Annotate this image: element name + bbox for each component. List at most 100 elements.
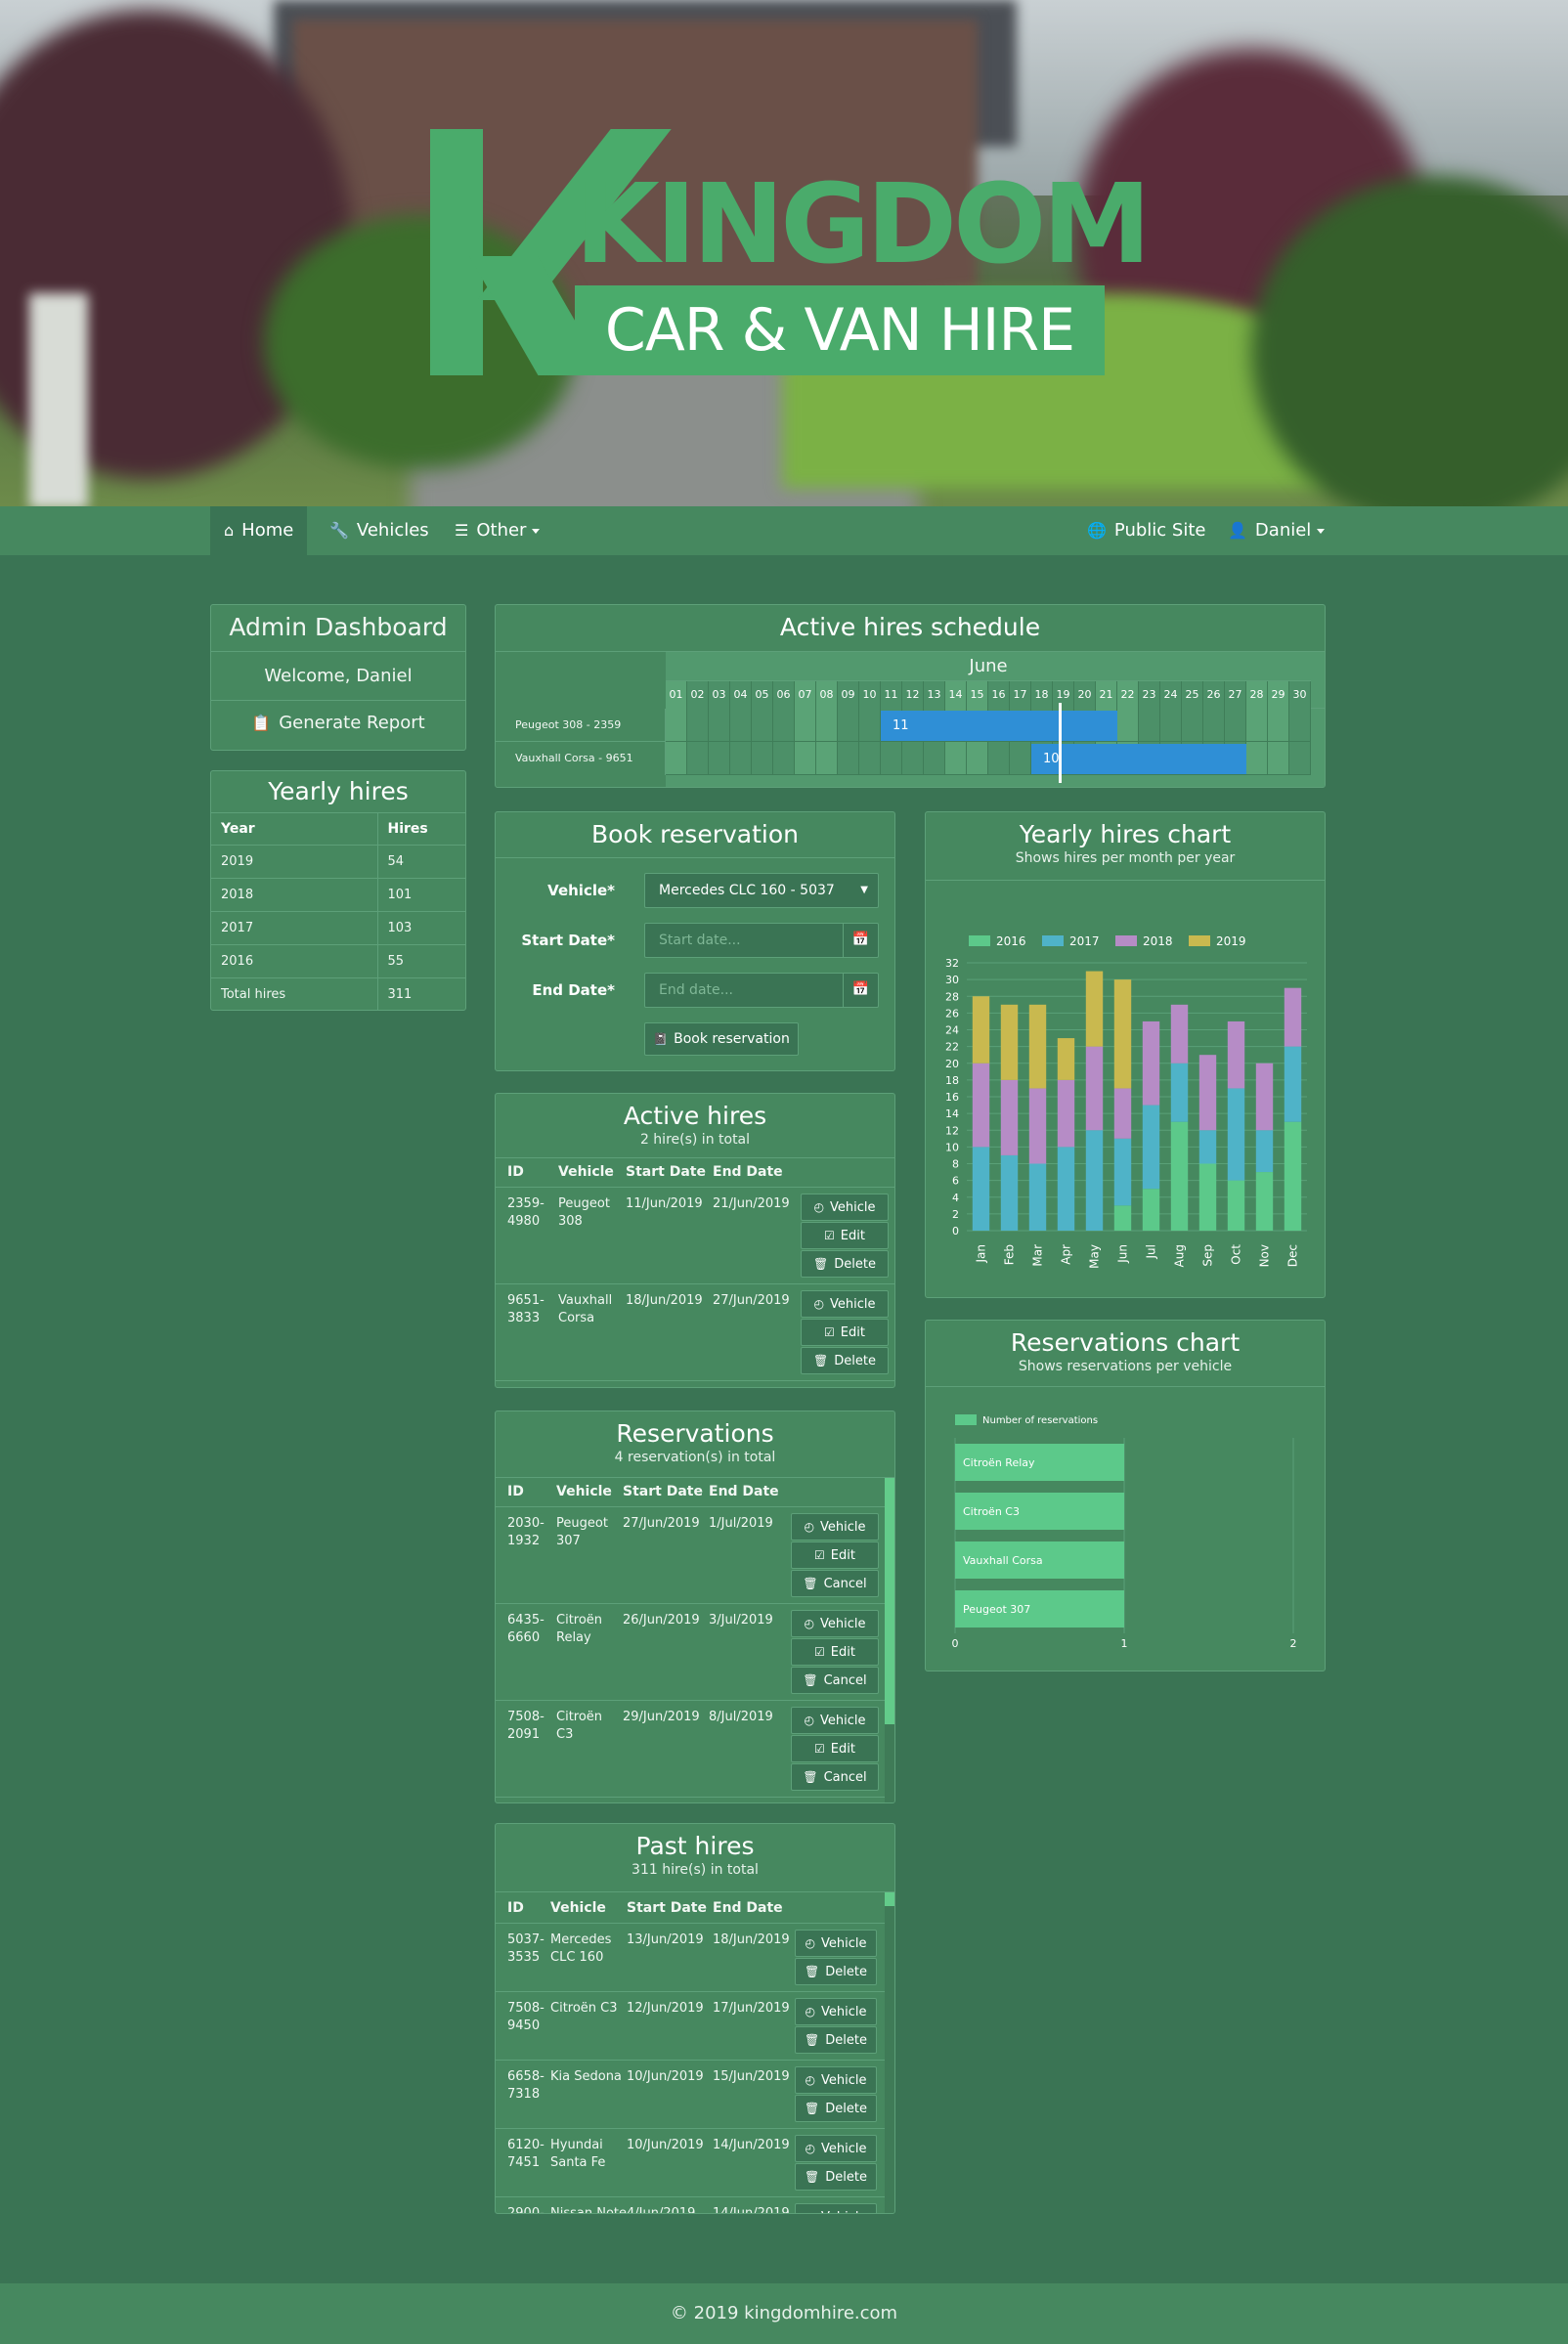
nav-other-dropdown[interactable]: ☰ Other [441,506,553,555]
nav-home[interactable]: ⌂ Home [210,506,308,555]
vehicle-select[interactable]: Mercedes CLC 160 - 5037 ▼ [644,873,879,908]
generate-report-button[interactable]: 📋 Generate Report [211,701,465,750]
cell-end: 27/Jun/2019 [713,1293,790,1308]
bar-segment [1028,1088,1047,1164]
cancel-button-label: Cancel [823,1577,867,1591]
vehicle-button[interactable]: ◴ Vehicle [791,1707,879,1734]
delete-button[interactable]: 🗑 Delete [795,2095,877,2122]
hire-bar[interactable]: 11 [881,711,1117,741]
reservations-scrollbar[interactable] [885,1478,894,1802]
edit-icon: ☑ [814,1548,825,1562]
cancel-button[interactable]: 🗑 Cancel [791,1570,879,1597]
edit-button[interactable]: ☑ Edit [791,1735,879,1762]
y-tick-label: 10 [945,1141,959,1153]
edit-button[interactable]: ☑ Edit [801,1222,889,1249]
schedule-day: 23 [1139,681,1160,709]
schedule-day: 26 [1203,681,1225,709]
schedule-day: 18 [1031,681,1053,709]
bar-segment [1227,1180,1245,1231]
nav-public-site-label: Public Site [1113,520,1206,541]
schedule-day: 02 [687,681,709,709]
x-tick-label: Jul [1145,1244,1158,1259]
delete-button[interactable]: 🗑 Delete [795,1958,877,1985]
delete-button[interactable]: 🗑 Delete [801,1250,889,1278]
vehicle-button[interactable]: ◴ Vehicle [795,2203,877,2213]
reservations-chart-panel: Reservations chart Shows reservations pe… [925,1320,1326,1671]
col-header: Vehicle [556,1484,612,1499]
kingdom-logo: KINGDOM CAR & VAN HIRE [430,129,1152,375]
cell-end: 14/Jun/2019 [713,2138,790,2152]
calendar-icon[interactable]: 📅 [843,923,878,958]
trash-icon: 🗑 [805,2033,820,2047]
table-row: 7508- 9450 Citroën C3 12/Jun/2019 17/Jun/20… [496,1992,887,2061]
clock-icon: ◴ [806,2210,815,2213]
schedule-cell [967,742,988,775]
table-row: 2016 55 [211,944,465,977]
cell-vehicle: Peugeot 307 [556,1516,608,1548]
y-tick-label: 16 [945,1091,959,1104]
vehicle-button[interactable]: ◴ Vehicle [795,2135,877,2162]
past-hires-scrollbar[interactable] [885,1892,894,2213]
hire-bar[interactable]: 10 [1031,744,1246,774]
y-tick-label: 4 [952,1192,959,1204]
vehicle-button[interactable]: ◴ Vehicle [801,1194,889,1221]
table-row: 2030- 1932 Peugeot 307 27/Jun/2019 1/Jul/20… [496,1507,887,1604]
schedule-row-label: Peugeot 308 - 2359 [496,709,666,742]
trash-icon: 🗑 [803,1577,818,1590]
delete-button[interactable]: 🗑 Delete [795,2163,877,2191]
vehicle-button[interactable]: ◴ Vehicle [791,1610,879,1637]
active-hires-title: Active hires [623,1102,767,1130]
edit-button[interactable]: ☑ Edit [791,1541,879,1569]
edit-button[interactable]: ☑ Edit [801,1319,889,1346]
schedule-body: 11 10 [666,703,1325,787]
scrollbar-thumb[interactable] [885,1892,894,1906]
x-tick-label: Sep [1201,1244,1215,1267]
schedule-day: 07 [795,681,816,709]
schedule-day: 15 [967,681,988,709]
schedule-day: 25 [1182,681,1203,709]
past-hires-subtitle: 311 hire(s) in total [632,1862,759,1878]
end-date-input[interactable]: End date... 📅 [644,973,879,1008]
vehicle-button[interactable]: ◴ Vehicle [795,1998,877,2025]
vehicle-button[interactable]: ◴ Vehicle [795,1930,877,1957]
past-hires-title: Past hires [635,1832,755,1860]
yearly-hires-title: Yearly hires [268,777,409,805]
schedule-day: 03 [709,681,730,709]
reservations-header: ID Vehicle Start Date End Date [496,1478,887,1507]
schedule-cell [1182,709,1203,742]
legend-label: Number of reservations [982,1415,1098,1426]
book-reservation-button[interactable]: 📓 Book reservation [644,1022,799,1056]
table-row: 6658- 7318 Kia Sedona 10/Jun/2019 15/Jun/20… [496,2061,887,2129]
vehicle-button-label: Vehicle [820,2142,867,2156]
reservations-chart-title: Reservations chart [1010,1328,1241,1357]
cancel-button[interactable]: 🗑 Cancel [791,1667,879,1694]
cancel-button[interactable]: 🗑 Cancel [791,1763,879,1791]
scrollbar-thumb[interactable] [885,1478,894,1724]
year-cell: 2018 [211,878,378,911]
y-tick-label: 30 [945,974,959,986]
bar-segment [1198,1130,1217,1164]
edit-button[interactable]: ☑ Edit [791,1638,879,1666]
select-arrow-icon: ▼ [860,885,868,895]
year-cell: 2017 [211,911,378,944]
nav-vehicles-label: Vehicles [356,520,429,541]
start-date-input[interactable]: Start date... 📅 [644,923,879,958]
delete-button[interactable]: 🗑 Delete [795,2026,877,2054]
nav-user-dropdown[interactable]: 👤 Daniel [1214,506,1338,555]
vehicle-button[interactable]: ◴ Vehicle [801,1290,889,1318]
cell-id: 5037- 3535 [507,1932,544,1965]
vehicle-button[interactable]: ◴ Vehicle [791,1513,879,1541]
nav-public-site[interactable]: 🌐 Public Site [1073,506,1219,555]
vehicle-button[interactable]: ◴ Vehicle [795,2066,877,2094]
yearly-chart-title: Yearly hires chart [1019,820,1232,848]
col-header: Vehicle [558,1164,614,1180]
col-header: Start Date [627,1900,707,1916]
home-icon: ⌂ [224,521,235,540]
schedule-cell [730,742,752,775]
calendar-icon[interactable]: 📅 [843,973,878,1008]
cell-start: 10/Jun/2019 [627,2138,704,2152]
delete-button[interactable]: 🗑 Delete [801,1347,889,1374]
y-tick-label: 12 [945,1124,959,1137]
nav-vehicles[interactable]: 🔧 Vehicles [316,506,443,555]
vehicle-select-value: Mercedes CLC 160 - 5037 [659,883,835,898]
